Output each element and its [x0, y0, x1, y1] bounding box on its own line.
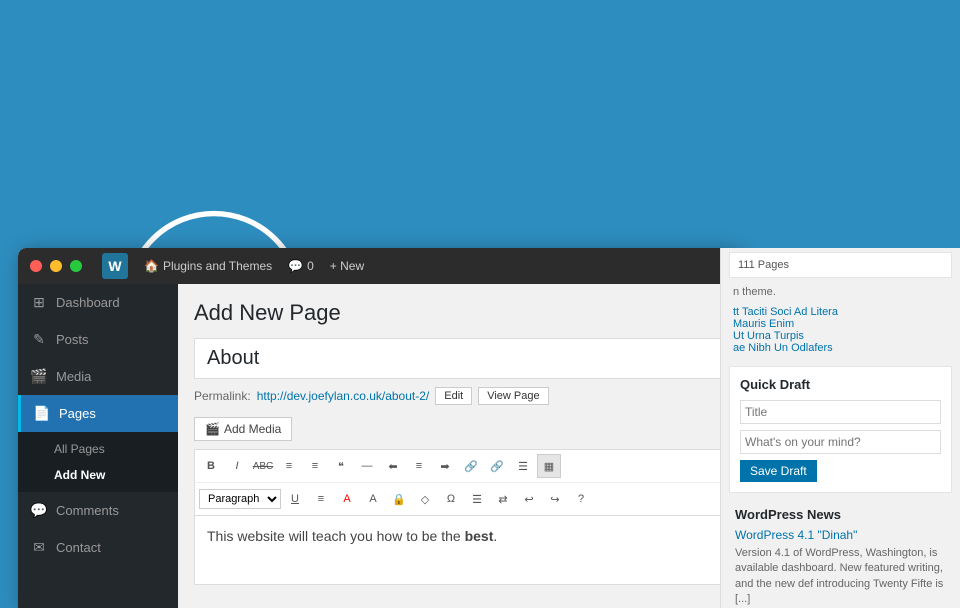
- admin-bar-new[interactable]: + New: [330, 259, 364, 273]
- sidebar-item-label-posts: Posts: [56, 332, 89, 347]
- permalink-row: Permalink: http://dev.joefylan.co.uk/abo…: [194, 387, 722, 405]
- comments-icon: 💬: [30, 502, 48, 519]
- toolbar-italic[interactable]: I: [225, 454, 249, 478]
- admin-bar-home[interactable]: 🏠 Plugins and Themes: [144, 259, 272, 273]
- wp-news-section: WordPress News WordPress 4.1 "Dinah" Ver…: [729, 501, 952, 608]
- traffic-light-yellow[interactable]: [50, 260, 62, 272]
- toolbar-ol[interactable]: ≡: [303, 454, 327, 478]
- toolbar-blockquote[interactable]: ❝: [329, 454, 353, 478]
- editor-body-text: This website will teach you how to be th…: [207, 528, 709, 544]
- permalink-edit-button[interactable]: Edit: [435, 387, 472, 405]
- toolbar-unlink[interactable]: 🔗: [485, 454, 509, 478]
- toolbar-hr[interactable]: —: [355, 454, 379, 478]
- media-icon: 🎬: [30, 368, 48, 385]
- wp-news-title: WordPress News: [735, 507, 946, 522]
- sidebar-item-label-pages: Pages: [59, 406, 96, 421]
- toolbar-align-right[interactable]: ➡: [433, 454, 457, 478]
- news-item-2: Mauris Enim: [733, 318, 948, 330]
- view-page-button[interactable]: View Page: [478, 387, 548, 405]
- add-media-icon: 🎬: [205, 422, 220, 436]
- draft-body-input[interactable]: [740, 430, 941, 454]
- wp-main-content: Add New Page Permalink: http://dev.joefy…: [178, 284, 738, 608]
- toolbar-help[interactable]: ?: [569, 487, 593, 511]
- toolbar-redo[interactable]: ↪: [543, 487, 567, 511]
- add-media-button[interactable]: 🎬 Add Media: [194, 417, 292, 441]
- sidebar-item-media[interactable]: 🎬 Media: [18, 358, 178, 395]
- sidebar-item-label-media: Media: [56, 369, 91, 384]
- traffic-light-green[interactable]: [70, 260, 82, 272]
- toolbar-custom1[interactable]: ◇: [413, 487, 437, 511]
- post-title-input[interactable]: [194, 338, 722, 379]
- toolbar-ul[interactable]: ≡: [277, 454, 301, 478]
- news-item-1: tt Taciti Soci Ad Litera: [733, 306, 948, 318]
- sidebar-subitem-add-new[interactable]: Add New: [18, 462, 178, 488]
- permalink-url[interactable]: http://dev.joefylan.co.uk/about-2/: [257, 389, 430, 403]
- news-items: tt Taciti Soci Ad Litera Mauris Enim Ut …: [721, 302, 960, 358]
- contact-icon: ✉: [30, 539, 48, 556]
- news-item-3: Ut Urna Turpis: [733, 330, 948, 342]
- sidebar-item-dashboard[interactable]: ⊞ Dashboard: [18, 284, 178, 321]
- toolbar-paste-word[interactable]: 🔒: [387, 487, 411, 511]
- wp-content-area: Add New Page Permalink: http://dev.joefy…: [178, 284, 738, 608]
- toolbar-strikethrough[interactable]: ABC: [251, 454, 275, 478]
- editor-toolbar-row2: Paragraph U ≡ A A 🔒 ◇ Ω ☰ ⇄ ↩ ↪ ?: [194, 482, 722, 515]
- add-media-label: Add Media: [224, 422, 281, 436]
- page-title: Add New Page: [194, 300, 722, 326]
- toolbar-special-chars[interactable]: Ω: [439, 487, 463, 511]
- toolbar-undo[interactable]: ↩: [517, 487, 541, 511]
- posts-icon: ✎: [30, 331, 48, 348]
- toolbar-link[interactable]: 🔗: [459, 454, 483, 478]
- toolbar-outdent[interactable]: ⇄: [491, 487, 515, 511]
- browser-window: W 🏠 Plugins and Themes 💬 0 + New ⊞ Dashb…: [18, 248, 738, 608]
- pages-submenu: All Pages Add New: [18, 432, 178, 492]
- toolbar-align-left[interactable]: ⬅: [381, 454, 405, 478]
- sidebar-item-comments[interactable]: 💬 Comments: [18, 492, 178, 529]
- toolbar-justify[interactable]: ≡: [309, 487, 333, 511]
- pages-icon: 📄: [33, 405, 51, 422]
- format-select[interactable]: Paragraph: [199, 489, 281, 509]
- theme-text: n theme.: [721, 282, 960, 302]
- news-article-text: Version 4.1 of WordPress, Washington, is…: [735, 546, 946, 608]
- wp-sidebar: ⊞ Dashboard ✎ Posts 🎬 Media 📄 Pages All …: [18, 284, 178, 608]
- editor-toolbar-row1: B I ABC ≡ ≡ ❝ — ⬅ ≡ ➡ 🔗 🔗 ☰ ▦: [194, 449, 722, 482]
- quick-draft-title: Quick Draft: [740, 377, 941, 392]
- editor-body[interactable]: This website will teach you how to be th…: [194, 515, 722, 585]
- admin-bar: W 🏠 Plugins and Themes 💬 0 + New: [102, 253, 364, 279]
- draft-title-input[interactable]: [740, 400, 941, 424]
- toolbar-indent[interactable]: ☰: [465, 487, 489, 511]
- toolbar-kitchen-sink[interactable]: ▦: [537, 454, 561, 478]
- sidebar-subitem-all-pages[interactable]: All Pages: [18, 436, 178, 462]
- sidebar-item-posts[interactable]: ✎ Posts: [18, 321, 178, 358]
- toolbar-align-center[interactable]: ≡: [407, 454, 431, 478]
- title-bar: W 🏠 Plugins and Themes 💬 0 + New: [18, 248, 738, 284]
- permalink-label: Permalink:: [194, 389, 251, 403]
- news-item-4: ae Nibh Un Odlafers: [733, 342, 948, 354]
- sidebar-item-label-comments: Comments: [56, 503, 119, 518]
- toolbar-more[interactable]: ☰: [511, 454, 535, 478]
- wp-admin-layout: ⊞ Dashboard ✎ Posts 🎬 Media 📄 Pages All …: [18, 284, 738, 608]
- quick-draft-section: Quick Draft Save Draft: [729, 366, 952, 493]
- toolbar-bold[interactable]: B: [199, 454, 223, 478]
- save-draft-button[interactable]: Save Draft: [740, 460, 817, 482]
- toolbar-text-color[interactable]: A: [335, 487, 359, 511]
- sidebar-item-label-contact: Contact: [56, 540, 101, 555]
- pages-count-bar: 111 Pages: [729, 252, 952, 278]
- news-article-link[interactable]: WordPress 4.1 "Dinah": [735, 528, 946, 542]
- sidebar-item-contact[interactable]: ✉ Contact: [18, 529, 178, 566]
- traffic-light-red[interactable]: [30, 260, 42, 272]
- sidebar-item-label-dashboard: Dashboard: [56, 295, 120, 310]
- toolbar-bg-color[interactable]: A: [361, 487, 385, 511]
- right-panel: 111 Pages n theme. tt Taciti Soci Ad Lit…: [720, 248, 960, 608]
- wp-admin-icon[interactable]: W: [102, 253, 128, 279]
- pages-count: 111 Pages: [738, 259, 789, 271]
- sidebar-item-pages[interactable]: 📄 Pages: [18, 395, 178, 432]
- toolbar-underline[interactable]: U: [283, 487, 307, 511]
- dashboard-icon: ⊞: [30, 294, 48, 311]
- admin-bar-comments[interactable]: 💬 0: [288, 259, 314, 273]
